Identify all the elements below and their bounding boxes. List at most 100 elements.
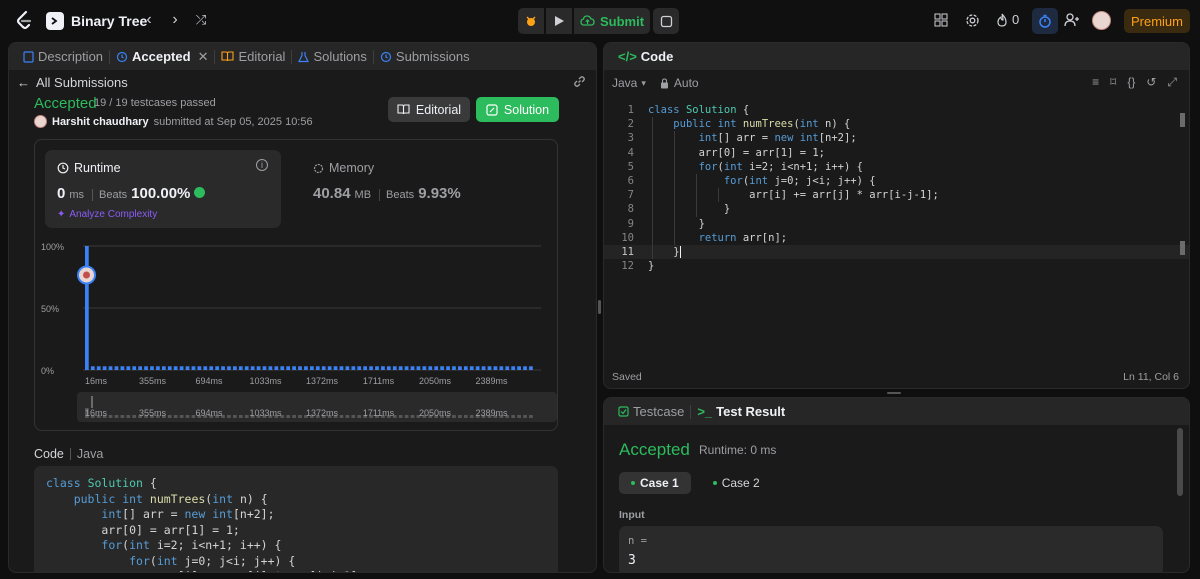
case-tab-1[interactable]: Case 1 bbox=[619, 472, 691, 494]
submit-button[interactable]: Submit bbox=[574, 8, 650, 34]
histogram-bar[interactable] bbox=[321, 366, 326, 370]
editor-line[interactable]: 4 arr[0] = arr[1] = 1; bbox=[604, 146, 1189, 160]
histogram-bar[interactable] bbox=[523, 366, 527, 370]
histogram-bar[interactable] bbox=[197, 366, 202, 370]
editorial-button[interactable]: Editorial bbox=[388, 97, 470, 122]
premium-button[interactable]: Premium bbox=[1124, 9, 1190, 33]
editor-line[interactable]: 9 } bbox=[604, 217, 1189, 231]
layout-grid-icon[interactable] bbox=[932, 11, 950, 29]
histogram-bar[interactable] bbox=[505, 366, 510, 370]
histogram-bar[interactable] bbox=[463, 366, 468, 370]
histogram-bar[interactable] bbox=[381, 366, 385, 370]
histogram-bar[interactable] bbox=[268, 366, 273, 370]
notes-button[interactable] bbox=[653, 8, 679, 34]
braces-icon[interactable]: {} bbox=[1127, 75, 1135, 90]
histogram-bar[interactable] bbox=[221, 366, 225, 370]
histogram-bar[interactable] bbox=[310, 366, 314, 370]
histogram-bar[interactable] bbox=[493, 366, 498, 370]
bookmark-icon[interactable]: ⌑ bbox=[1110, 75, 1116, 90]
next-problem-icon[interactable]: › bbox=[166, 11, 184, 29]
histogram-bar[interactable] bbox=[511, 366, 516, 370]
histogram-bar[interactable] bbox=[386, 366, 391, 370]
tab-solutions[interactable]: Solutions bbox=[292, 43, 372, 70]
shuffle-icon[interactable]: ⤮ bbox=[192, 11, 210, 29]
histogram-bar[interactable] bbox=[475, 366, 480, 370]
histogram-bar[interactable] bbox=[85, 246, 89, 370]
histogram-bar[interactable] bbox=[286, 366, 291, 370]
histogram-bar[interactable] bbox=[404, 366, 409, 370]
settings-gear-icon[interactable] bbox=[963, 11, 981, 29]
histogram-bar[interactable] bbox=[392, 366, 397, 370]
histogram-bar[interactable] bbox=[440, 366, 444, 370]
run-button[interactable] bbox=[546, 8, 572, 34]
tab-code[interactable]: </> Code bbox=[612, 43, 679, 70]
memory-card[interactable]: Memory bbox=[313, 161, 374, 175]
histogram-bar[interactable] bbox=[102, 366, 107, 370]
histogram-bar[interactable] bbox=[375, 366, 379, 370]
tab-editorial[interactable]: Editorial bbox=[215, 43, 291, 70]
submitter-name[interactable]: Harshit chaudhary bbox=[52, 116, 149, 128]
histogram-bar[interactable] bbox=[233, 366, 237, 370]
histogram-bar[interactable] bbox=[280, 366, 285, 370]
expand-icon[interactable]: ⤢ bbox=[1167, 75, 1177, 90]
prev-problem-icon[interactable]: ‹ bbox=[140, 11, 158, 29]
histogram-bar[interactable] bbox=[173, 366, 178, 370]
horizontal-resize-handle[interactable] bbox=[887, 392, 901, 394]
tab-submissions[interactable]: Submissions bbox=[374, 43, 476, 70]
histogram-bar[interactable] bbox=[256, 366, 261, 370]
histogram-bar[interactable] bbox=[369, 366, 373, 370]
histogram-bar[interactable] bbox=[191, 366, 196, 370]
histogram-bar[interactable] bbox=[292, 366, 296, 370]
histogram-bar[interactable] bbox=[227, 366, 231, 370]
user-avatar[interactable] bbox=[1092, 11, 1111, 30]
range-slider-handle[interactable] bbox=[91, 396, 93, 408]
histogram-bar[interactable] bbox=[156, 366, 160, 370]
result-scrollbar[interactable] bbox=[1177, 428, 1183, 496]
streak-counter[interactable]: 0 bbox=[996, 12, 1019, 27]
histogram-bar[interactable] bbox=[428, 366, 433, 370]
histogram-bar[interactable] bbox=[108, 366, 113, 370]
histogram-bar[interactable] bbox=[410, 366, 415, 370]
histogram-bar[interactable] bbox=[90, 366, 95, 370]
code-editor[interactable]: 1 class Solution {2 public int numTrees(i… bbox=[604, 99, 1189, 359]
editor-line[interactable]: 12} bbox=[604, 259, 1189, 273]
histogram-bar[interactable] bbox=[209, 366, 214, 370]
all-submissions-link[interactable]: ← All Submissions bbox=[17, 75, 128, 90]
histogram-bar[interactable] bbox=[114, 366, 119, 370]
leetcode-logo-icon[interactable] bbox=[14, 10, 34, 30]
runtime-distribution-chart[interactable]: 100% 50% 0% 16ms 355ms 694ms 1033ms 1372ms 1711m… bbox=[35, 236, 557, 432]
histogram-bar[interactable] bbox=[304, 366, 308, 370]
editor-line[interactable]: 6 for(int j=0; j<i; j++) { bbox=[604, 174, 1189, 188]
info-icon[interactable]: i bbox=[256, 159, 268, 171]
histogram-bar[interactable] bbox=[327, 366, 332, 370]
histogram-bar[interactable] bbox=[351, 366, 356, 370]
histogram-bar[interactable] bbox=[487, 366, 492, 370]
editor-line[interactable]: 7 arr[i] += arr[j] * arr[i-j-1]; bbox=[604, 188, 1189, 202]
histogram-bar[interactable] bbox=[250, 366, 255, 370]
language-select[interactable]: Java ▾ bbox=[612, 76, 646, 90]
input-value-box[interactable]: n = 3 bbox=[619, 526, 1163, 572]
histogram-bar[interactable] bbox=[363, 366, 368, 370]
histogram-bar[interactable] bbox=[315, 366, 320, 370]
histogram-bar[interactable] bbox=[150, 366, 154, 370]
histogram-bar[interactable] bbox=[499, 366, 504, 370]
histogram-bar[interactable] bbox=[434, 366, 439, 370]
histogram-bar[interactable] bbox=[298, 366, 302, 370]
add-friend-icon[interactable] bbox=[1063, 11, 1081, 29]
histogram-bar[interactable] bbox=[203, 366, 208, 370]
editor-line[interactable]: 11 } bbox=[604, 245, 1189, 259]
histogram-bar[interactable] bbox=[416, 366, 421, 370]
histogram-bar[interactable] bbox=[138, 366, 143, 370]
histogram-bar[interactable] bbox=[517, 366, 521, 370]
format-lines-icon[interactable]: ≡ bbox=[1092, 75, 1099, 90]
tab-accepted[interactable]: Accepted ✕ bbox=[110, 43, 214, 70]
histogram-bar[interactable] bbox=[96, 366, 101, 370]
solution-button[interactable]: Solution bbox=[476, 97, 559, 122]
histogram-bar[interactable] bbox=[215, 366, 219, 370]
histogram-bar[interactable] bbox=[179, 366, 184, 370]
histogram-bar[interactable] bbox=[126, 366, 131, 370]
case-tab-2[interactable]: Case 2 bbox=[701, 472, 772, 494]
histogram-bar[interactable] bbox=[161, 366, 166, 370]
auto-mode-toggle[interactable]: Auto bbox=[660, 76, 699, 90]
runtime-card[interactable]: Runtime i 0 ms Beats 100.00% ✦ Analyze C… bbox=[45, 150, 281, 228]
